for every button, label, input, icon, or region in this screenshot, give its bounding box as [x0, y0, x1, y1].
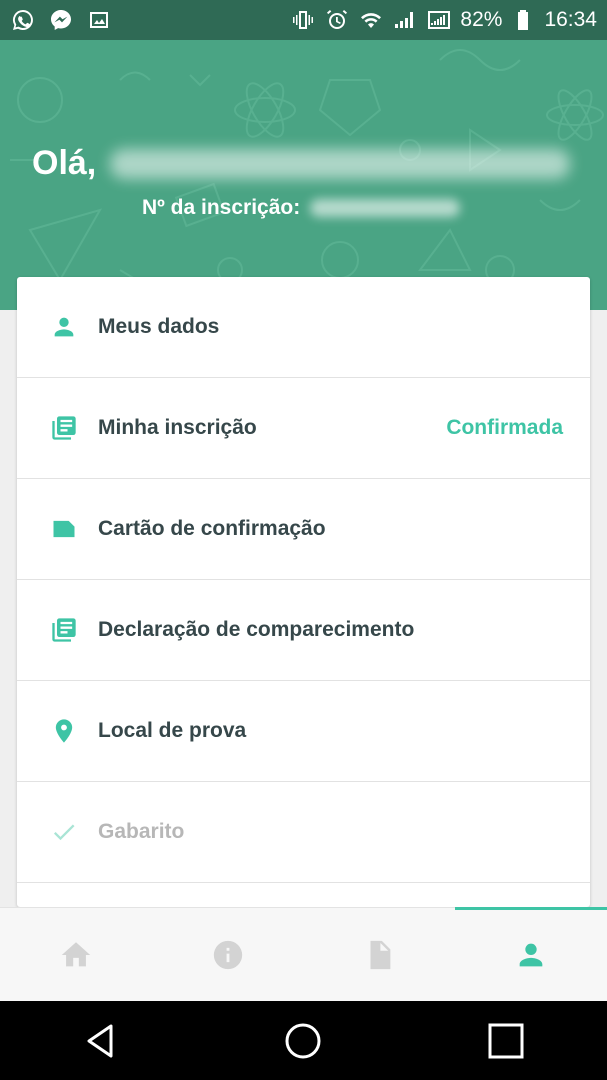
nav-info[interactable] [152, 908, 304, 1001]
menu-item-label: Meus dados [98, 315, 220, 338]
person-icon [50, 313, 78, 341]
menu-item-label: Minha inscrição [98, 416, 257, 439]
document-icon [370, 940, 391, 969]
greeting-text: Olá, [32, 144, 97, 182]
alarm-icon [324, 7, 350, 33]
info-icon [213, 940, 242, 969]
messenger-icon [48, 7, 74, 33]
nav-documents[interactable] [304, 908, 456, 1001]
signal-icon [392, 7, 418, 33]
menu-item-label: Gabarito [98, 820, 185, 843]
clock: 16:34 [544, 8, 597, 31]
vibrate-icon [290, 7, 316, 33]
registration-label: Nº da inscrição: [142, 196, 301, 219]
menu-item-label: Local de prova [98, 719, 247, 742]
home-icon [61, 941, 91, 966]
bottom-navigation [0, 907, 607, 1001]
system-navigation-bar [0, 1001, 607, 1080]
person-icon [519, 943, 543, 966]
menu-item-label: Declaração de comparecimento [98, 618, 415, 641]
blurred-user-name [110, 148, 571, 179]
menu-item-declaracao-comparecimento[interactable]: Declaração de comparecimento [17, 580, 590, 681]
nav-profile[interactable] [455, 907, 607, 1001]
profile-header: Olá, Nº da inscrição: [0, 40, 607, 310]
menu-card: Meus dados Minha inscrição Confirmada Ca… [17, 277, 590, 907]
nav-home[interactable] [0, 908, 152, 1001]
registration-number: Nº da inscrição: [142, 196, 461, 220]
greeting: Olá, [32, 144, 571, 183]
battery-icon [510, 7, 536, 33]
location-pin-icon [50, 717, 78, 745]
gallery-icon [86, 7, 112, 33]
menu-item-cartao-confirmacao[interactable]: Cartão de confirmação [17, 479, 590, 580]
menu-item-meus-dados[interactable]: Meus dados [17, 277, 590, 378]
checkmark-icon [50, 818, 78, 846]
battery-percentage: 82% [460, 8, 503, 31]
blurred-registration-number [310, 199, 461, 217]
back-icon[interactable] [81, 1021, 121, 1061]
menu-item-local-prova[interactable]: Local de prova [17, 681, 590, 782]
whatsapp-icon [10, 7, 36, 33]
recents-icon[interactable] [486, 1021, 526, 1061]
wifi-icon [358, 7, 384, 33]
document-list-icon [50, 616, 78, 644]
signal-icon [426, 7, 452, 33]
status-bar: 82% 16:34 [0, 0, 607, 40]
home-circle-icon[interactable] [283, 1021, 323, 1061]
menu-item-label: Cartão de confirmação [98, 517, 326, 540]
document-list-icon [50, 414, 78, 442]
status-badge: Confirmada [446, 416, 563, 439]
card-icon [50, 515, 78, 543]
menu-item-gabarito[interactable]: Gabarito [17, 782, 590, 883]
menu-item-minha-inscricao[interactable]: Minha inscrição Confirmada [17, 378, 590, 479]
